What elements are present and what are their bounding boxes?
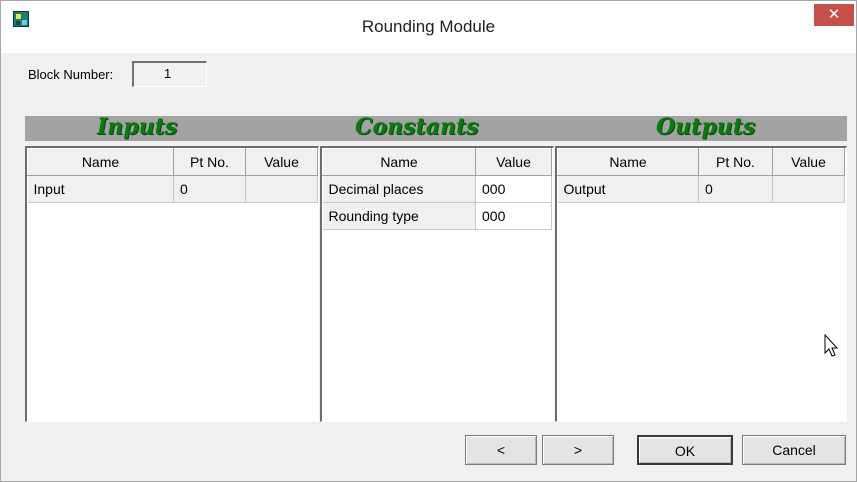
constants-table: Name Value Decimal places 000 Rounding t… (322, 148, 552, 230)
input-value-cell[interactable] (245, 175, 318, 203)
column-header-name[interactable]: Name (557, 148, 699, 176)
table-row[interactable]: Rounding type 000 (322, 202, 552, 230)
constants-panel: Name Value Decimal places 000 Rounding t… (320, 146, 554, 422)
block-number-field: 1 (132, 61, 207, 87)
inputs-panel: Name Pt No. Value Input 0 (25, 146, 319, 422)
ok-button-label: OK (674, 443, 696, 459)
column-header-value[interactable]: Value (475, 148, 552, 176)
next-button-label: > (573, 442, 583, 458)
outputs-heading: Outputs (656, 114, 756, 140)
outputs-header-row: Name Pt No. Value (557, 148, 845, 176)
column-header-name[interactable]: Name (322, 148, 476, 176)
block-number-label: Block Number: (28, 67, 114, 82)
inputs-table: Name Pt No. Value Input 0 (27, 148, 318, 203)
cancel-button-label: Cancel (772, 442, 816, 458)
output-name-cell[interactable]: Output (557, 175, 699, 203)
table-row[interactable]: Output 0 (557, 175, 845, 203)
rounding-type-value-cell[interactable]: 000 (475, 202, 552, 230)
decimal-places-value-cell[interactable]: 000 (475, 175, 552, 203)
column-header-pt-no[interactable]: Pt No. (173, 148, 246, 176)
column-header-pt-no[interactable]: Pt No. (698, 148, 773, 176)
inputs-header-row: Name Pt No. Value (27, 148, 318, 176)
output-value-cell[interactable] (772, 175, 845, 203)
dialog-window: Rounding Module ✕ Block Number: 1 Inputs… (0, 0, 857, 482)
column-header-value[interactable]: Value (772, 148, 845, 176)
column-header-value[interactable]: Value (245, 148, 318, 176)
constant-name-cell: Decimal places (322, 175, 476, 203)
constants-header-row: Name Value (322, 148, 552, 176)
input-pt-cell[interactable]: 0 (173, 175, 246, 203)
outputs-table: Name Pt No. Value Output 0 (557, 148, 845, 203)
table-row[interactable]: Input 0 (27, 175, 318, 203)
table-row[interactable]: Decimal places 000 (322, 175, 552, 203)
ok-button[interactable]: OK (637, 435, 733, 465)
previous-button-label: < (496, 442, 506, 458)
constant-name-cell: Rounding type (322, 202, 476, 230)
window-title: Rounding Module (361, 17, 496, 36)
cancel-button[interactable]: Cancel (742, 435, 846, 465)
close-button[interactable]: ✕ (814, 4, 854, 26)
previous-button[interactable]: < (465, 435, 537, 465)
constants-heading: Constants (355, 114, 479, 140)
column-header-name[interactable]: Name (27, 148, 174, 176)
mouse-cursor-icon (824, 334, 839, 357)
title-bar[interactable]: Rounding Module ✕ (1, 1, 856, 53)
inputs-heading: Inputs (97, 114, 178, 140)
next-button[interactable]: > (542, 435, 614, 465)
outputs-panel: Name Pt No. Value Output 0 (555, 146, 847, 422)
input-name-cell[interactable]: Input (27, 175, 174, 203)
output-pt-cell[interactable]: 0 (698, 175, 773, 203)
